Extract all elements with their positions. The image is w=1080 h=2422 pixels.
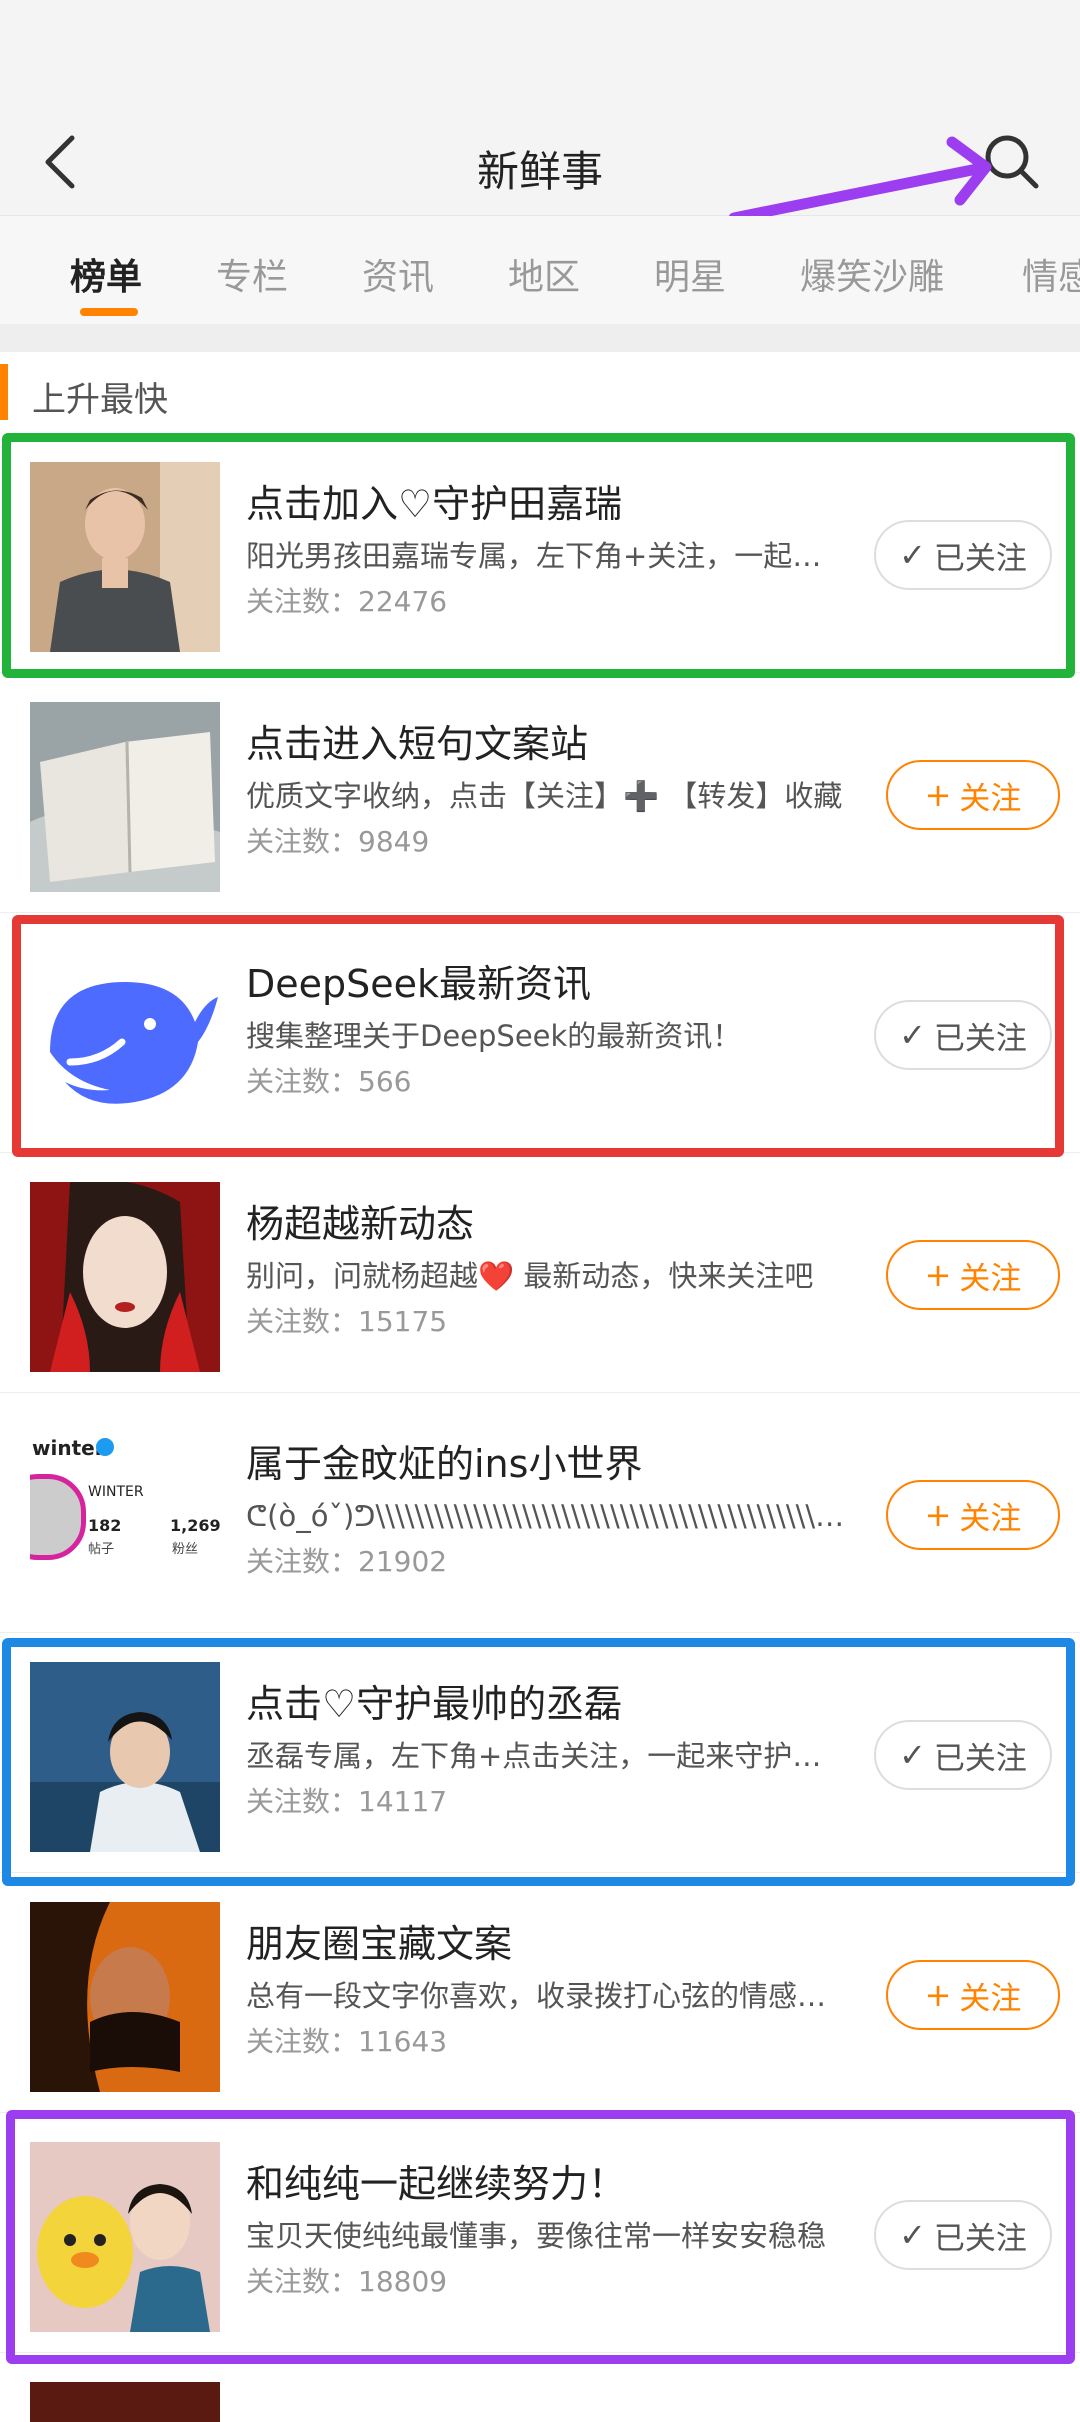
tab-baoxiao-shadiao[interactable]: 爆笑沙雕 — [800, 248, 944, 300]
thumb-posts: 182 — [88, 1516, 122, 1535]
follower-count: 关注数：11643 — [246, 2025, 448, 2058]
follow-button[interactable]: + 关注 — [886, 1480, 1060, 1550]
button-label: 关注 — [959, 1500, 1022, 1537]
tab-qinggan[interactable]: 情感 — [1022, 248, 1080, 300]
button-label: 关注 — [959, 1980, 1022, 2017]
thumb-fans: 1,269 — [170, 1516, 220, 1535]
section-title: 上升最快 — [32, 380, 168, 420]
plus-icon: + — [924, 1256, 952, 1294]
topic-desc: ᕦ(ò_óˇ)ᕤ\\\\\\\\\\\\\\\\\\\\\\\\\\\\\\\\… — [246, 1499, 850, 1533]
topic-info: 朋友圈宝藏文案 总有一段文字你喜欢，收录拨打心弦的情感文案 关注数：11643 — [246, 1920, 850, 2060]
topic-desc: 总有一段文字你喜欢，收录拨打心弦的情感文案 — [246, 1979, 850, 2013]
follower-count: 关注数：15175 — [246, 1305, 448, 1338]
active-tab-indicator — [80, 308, 138, 316]
plus-icon: + — [924, 1496, 952, 1534]
highlight-box-red — [12, 915, 1064, 1157]
highlight-box-blue — [2, 1638, 1075, 1886]
list-item[interactable]: winter WINTER 182 帖子 1,269 粉丝 属于金旼炡的ins小… — [0, 1392, 1080, 1633]
avatar — [30, 1474, 86, 1560]
status-bar — [0, 0, 1080, 110]
tab-diqu[interactable]: 地区 — [508, 248, 580, 300]
follow-button[interactable]: + 关注 — [886, 1960, 1060, 2030]
topic-info: 属于金旼炡的ins小世界 ᕦ(ò_óˇ)ᕤ\\\\\\\\\\\\\\\\\\\… — [246, 1440, 850, 1580]
topic-thumbnail — [30, 1182, 220, 1372]
divider — [0, 324, 1080, 352]
tab-bangdan[interactable]: 榜单 — [70, 248, 142, 300]
topic-thumbnail — [30, 1902, 220, 2092]
topic-thumbnail — [30, 2382, 220, 2422]
button-label: 关注 — [959, 780, 1022, 817]
highlight-box-green — [2, 433, 1075, 678]
topic-thumbnail: winter WINTER 182 帖子 1,269 粉丝 — [30, 1422, 220, 1612]
thumb-name: WINTER — [88, 1484, 144, 1500]
tab-zixun[interactable]: 资讯 — [362, 248, 434, 300]
topic-name: 朋友圈宝藏文案 — [246, 1922, 513, 1966]
thumb-posts-label: 帖子 — [88, 1542, 115, 1557]
tab-zhuanlan[interactable]: 专栏 — [216, 248, 288, 300]
topic-info: 杨超越新动态 别问，问就杨超越❤️ 最新动态，快来关注吧 关注数：15175 — [246, 1200, 850, 1340]
follow-button[interactable]: + 关注 — [886, 1240, 1060, 1310]
topic-thumbnail — [30, 702, 220, 892]
tab-mingxing[interactable]: 明星 — [654, 248, 726, 300]
section-accent-bar — [0, 364, 8, 420]
follow-button[interactable]: + 关注 — [886, 760, 1060, 830]
topic-name: 点击进入短句文案站 — [246, 722, 589, 766]
follower-count: 关注数：9849 — [246, 825, 430, 858]
list-item[interactable]: 杨超越新动态 别问，问就杨超越❤️ 最新动态，快来关注吧 关注数：15175 +… — [0, 1152, 1080, 1393]
topic-info: 点击进入短句文案站 优质文字收纳，点击【关注】➕ 【转发】收藏 关注数：9849 — [246, 720, 850, 860]
follower-count: 关注数：21902 — [246, 1545, 448, 1578]
category-tabs: 榜单 专栏 资讯 地区 明星 爆笑沙雕 情感 — [0, 216, 1080, 324]
plus-icon: + — [924, 776, 952, 814]
thumb-handle: winter — [32, 1436, 105, 1460]
topic-desc: 别问，问就杨超越❤️ 最新动态，快来关注吧 — [246, 1259, 814, 1293]
list-item[interactable]: 点击进入短句文案站 优质文字收纳，点击【关注】➕ 【转发】收藏 关注数：9849… — [0, 672, 1080, 913]
topic-desc: 优质文字收纳，点击【关注】➕ 【转发】收藏 — [246, 779, 843, 813]
plus-icon: + — [924, 1976, 952, 2014]
thumb-fans-label: 粉丝 — [172, 1542, 199, 1557]
topic-name: 杨超越新动态 — [246, 1202, 475, 1246]
verified-icon — [96, 1438, 114, 1456]
button-label: 关注 — [959, 1260, 1022, 1297]
list-item[interactable]: 朋友圈宝藏文案 总有一段文字你喜欢，收录拨打心弦的情感文案 关注数：11643 … — [0, 1872, 1080, 2113]
topic-name: 属于金旼炡的ins小世界 — [246, 1442, 643, 1486]
highlight-box-purple — [6, 2110, 1075, 2364]
section-header: 上升最快 — [0, 352, 1080, 432]
